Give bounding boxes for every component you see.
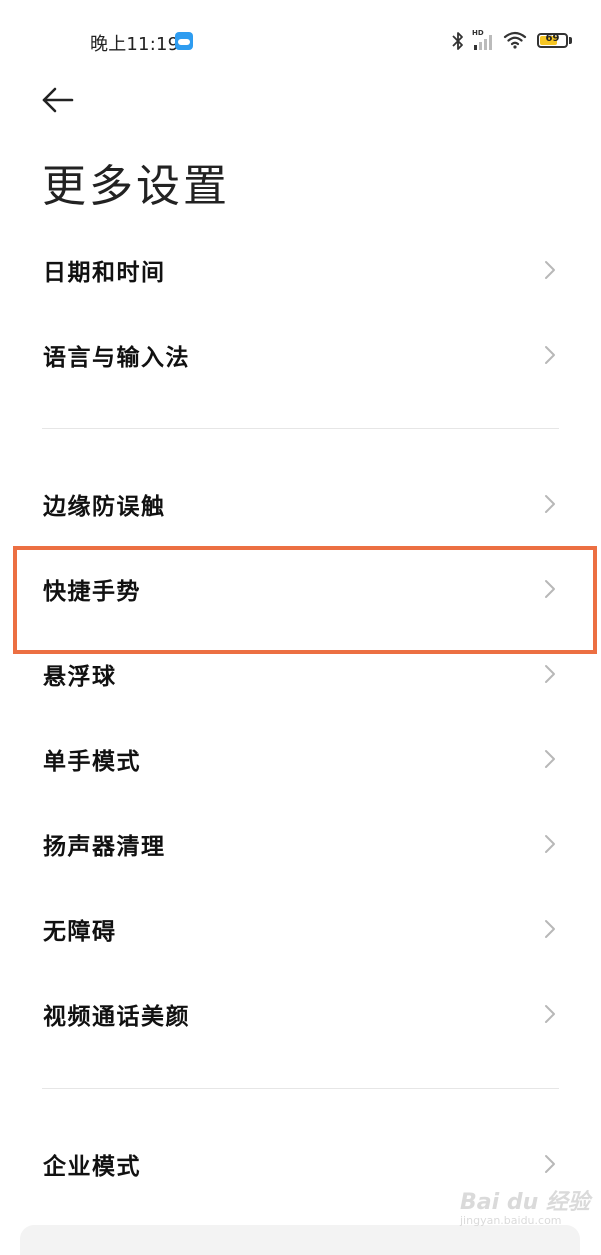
page-title: 更多设置 [42,161,230,212]
chevron-right-icon [545,1005,555,1023]
settings-item-language-input[interactable]: 语言与输入法 [0,313,601,397]
baidu-watermark: Bai du 经验 jingyan.baidu.com [460,1178,595,1240]
chevron-right-icon [545,1155,555,1173]
status-bar: 晚上11:19 HD 69 [0,0,601,84]
settings-item-label: 企业模式 [43,1154,141,1180]
chevron-right-icon [545,495,555,513]
wifi-icon [503,31,527,49]
chevron-right-icon [545,580,555,598]
arrow-left-icon [42,87,74,113]
settings-item-date-time[interactable]: 日期和时间 [0,228,601,312]
settings-item-label: 视频通话美颜 [43,1004,190,1030]
settings-item-label: 快捷手势 [43,579,141,605]
settings-item-label: 扬声器清理 [43,834,166,860]
battery-level: 69 [545,33,560,44]
settings-item-label: 语言与输入法 [43,345,190,371]
chevron-right-icon [545,835,555,853]
settings-item-label: 日期和时间 [43,260,166,286]
signal-icon: HD [472,29,492,50]
section-divider [42,428,559,429]
chevron-right-icon [545,665,555,683]
chevron-right-icon [545,346,555,364]
settings-item-floating-ball[interactable]: 悬浮球 [0,632,601,716]
section-divider [42,1088,559,1089]
settings-item-label: 单手模式 [43,749,141,775]
settings-item-quick-gestures[interactable]: 快捷手势 [0,547,601,631]
settings-item-label: 无障碍 [43,919,117,945]
cloud-icon [175,32,193,50]
chevron-right-icon [545,261,555,279]
settings-item-one-handed-mode[interactable]: 单手模式 [0,717,601,801]
network-badge: HD [472,29,484,37]
settings-item-accessibility[interactable]: 无障碍 [0,887,601,971]
settings-item-edge-protection[interactable]: 边缘防误触 [0,462,601,546]
watermark-sub: jingyan.baidu.com [460,1214,562,1227]
battery-icon: 69 [537,33,568,48]
settings-item-video-call-beauty[interactable]: 视频通话美颜 [0,972,601,1056]
chevron-right-icon [545,920,555,938]
bluetooth-icon [452,32,463,50]
chevron-right-icon [545,750,555,768]
settings-item-speaker-cleaning[interactable]: 扬声器清理 [0,802,601,886]
status-time: 晚上11:19 [90,34,180,55]
settings-item-label: 边缘防误触 [43,494,166,520]
watermark-brand: Bai du 经验 [460,1190,590,1215]
battery-cap [569,37,572,44]
back-button[interactable] [38,82,78,118]
settings-item-label: 悬浮球 [43,664,117,690]
